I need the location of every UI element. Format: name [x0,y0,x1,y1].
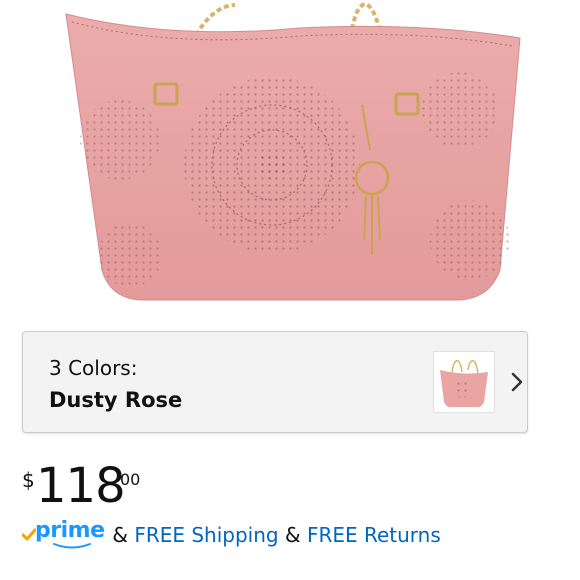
ampersand: & [284,523,301,547]
selected-color-name: Dusty Rose [49,388,183,412]
tote-bag-thumbnail-icon[interactable] [433,351,495,413]
product-image[interactable] [0,0,580,318]
ampersand: & [112,523,128,547]
color-count-label: 3 Colors: [49,356,138,380]
price-currency-symbol: $ [22,468,35,492]
shipping-info: prime & FREE Shipping & FREE Returns [22,518,441,554]
prime-smile-icon [53,543,91,549]
price-whole: 118 [36,458,126,514]
chevron-right-icon [511,372,523,392]
free-shipping-link[interactable]: FREE Shipping [134,523,278,547]
swatch-image [440,360,488,407]
prime-badge: prime [22,518,106,550]
price-fraction: 00 [120,470,141,489]
free-returns-link[interactable]: FREE Returns [307,523,441,547]
tote-bag-image [65,1,521,301]
prime-check-icon [22,528,36,541]
color-selector[interactable]: 3 Colors: Dusty Rose [22,331,528,433]
